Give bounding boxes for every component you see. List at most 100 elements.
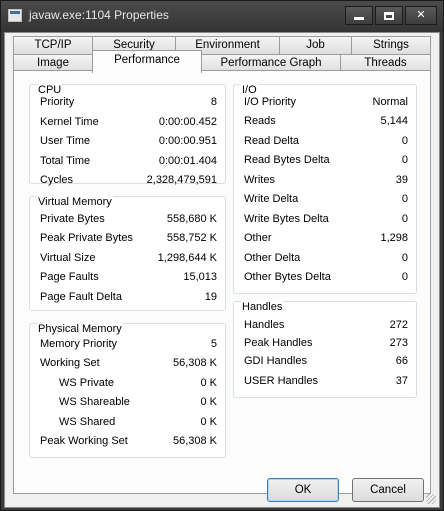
io-row: Write Bytes Delta 0 bbox=[234, 213, 416, 232]
window-title: javaw.exe:1104 Properties bbox=[29, 8, 169, 22]
pm-row: Peak Working Set 56,308 K bbox=[30, 435, 225, 454]
other-label: Other bbox=[244, 232, 272, 244]
gdi-handles-label: GDI Handles bbox=[244, 355, 307, 367]
working-set-value: 56,308 K bbox=[172, 357, 217, 369]
handles-group: Handles Handles 272 Peak Handles 273 GDI H… bbox=[233, 301, 417, 398]
peak-private-bytes-label: Peak Private Bytes bbox=[40, 232, 133, 244]
handles-row: Handles 272 bbox=[234, 319, 416, 338]
cpu-group: CPU Priority 8 Kernel Time 0:00:00.452 Use… bbox=[29, 84, 226, 186]
user-time-value: 0:00:00.951 bbox=[158, 135, 217, 147]
handles-row: Peak Handles 273 bbox=[234, 337, 416, 356]
io-group-title: I/O bbox=[241, 84, 258, 96]
virtual-memory-group: Virtual Memory Private Bytes 558,680 K Pe… bbox=[29, 196, 226, 311]
cpu-row: Cycles 2,328,479,591 bbox=[30, 174, 225, 193]
pm-row: WS Shareable 0 K bbox=[30, 396, 225, 415]
io-group: I/O I/O Priority Normal Reads 5,144 Read D… bbox=[233, 84, 417, 294]
performance-panel: CPU Priority 8 Kernel Time 0:00:00.452 Use… bbox=[13, 70, 431, 494]
kernel-time-label: Kernel Time bbox=[40, 116, 99, 128]
maximize-button[interactable] bbox=[375, 6, 403, 25]
ws-shareable-label: WS Shareable bbox=[59, 396, 130, 408]
kernel-time-value: 0:00:00.452 bbox=[158, 116, 217, 128]
pm-row: Working Set 56,308 K bbox=[30, 357, 225, 376]
cpu-row: Kernel Time 0:00:00.452 bbox=[30, 116, 225, 135]
vm-row: Peak Private Bytes 558,752 K bbox=[30, 232, 225, 251]
ws-private-label: WS Private bbox=[59, 377, 115, 389]
tab-performance[interactable]: Performance bbox=[92, 50, 202, 73]
io-row: Writes 39 bbox=[234, 174, 416, 193]
peak-handles-label: Peak Handles bbox=[244, 337, 313, 349]
vm-row: Private Bytes 558,680 K bbox=[30, 213, 225, 232]
io-row: Other Bytes Delta 0 bbox=[234, 271, 416, 290]
io-row: Write Delta 0 bbox=[234, 193, 416, 212]
properties-window: javaw.exe:1104 Properties ✕ TCP/IP Secur… bbox=[0, 0, 444, 511]
working-set-label: Working Set bbox=[40, 357, 100, 369]
close-icon: ✕ bbox=[416, 9, 426, 21]
reads-value: 5,144 bbox=[380, 115, 408, 127]
io-row: Reads 5,144 bbox=[234, 115, 416, 134]
page-faults-value: 15,013 bbox=[183, 271, 217, 283]
user-handles-value: 37 bbox=[395, 375, 408, 387]
minimize-icon bbox=[354, 17, 364, 20]
user-time-label: User Time bbox=[40, 135, 91, 147]
other-delta-value: 0 bbox=[401, 252, 408, 264]
physical-memory-group-title: Physical Memory bbox=[37, 323, 123, 335]
handles-label: Handles bbox=[244, 319, 285, 331]
minimize-button[interactable] bbox=[345, 6, 373, 25]
peak-handles-value: 273 bbox=[389, 337, 408, 349]
pm-row: WS Shared 0 K bbox=[30, 416, 225, 435]
tab-job[interactable]: Job bbox=[279, 36, 352, 55]
pm-row: WS Private 0 K bbox=[30, 377, 225, 396]
vm-row: Page Faults 15,013 bbox=[30, 271, 225, 290]
user-handles-label: USER Handles bbox=[244, 375, 318, 387]
private-bytes-value: 558,680 K bbox=[166, 213, 217, 225]
vm-row: Page Fault Delta 19 bbox=[30, 291, 225, 310]
write-delta-value: 0 bbox=[401, 193, 408, 205]
reads-label: Reads bbox=[244, 115, 276, 127]
cpu-group-title: CPU bbox=[37, 84, 63, 96]
io-row: Other 1,298 bbox=[234, 232, 416, 251]
peak-working-set-label: Peak Working Set bbox=[40, 435, 128, 447]
ok-button[interactable]: OK bbox=[267, 478, 339, 502]
io-row: Read Delta 0 bbox=[234, 135, 416, 154]
physical-memory-group: Physical Memory Memory Priority 5 Working… bbox=[29, 323, 226, 458]
ws-shared-label: WS Shared bbox=[59, 416, 116, 428]
peak-private-bytes-value: 558,752 K bbox=[166, 232, 217, 244]
ws-shareable-value: 0 K bbox=[200, 396, 217, 408]
write-bytes-delta-label: Write Bytes Delta bbox=[244, 213, 329, 225]
private-bytes-label: Private Bytes bbox=[40, 213, 105, 225]
cpu-row: User Time 0:00:00.951 bbox=[30, 135, 225, 154]
title-bar[interactable]: javaw.exe:1104 Properties ✕ bbox=[1, 1, 443, 32]
total-time-value: 0:00:01.404 bbox=[158, 155, 217, 167]
close-button[interactable]: ✕ bbox=[405, 6, 437, 25]
pm-row: Memory Priority 5 bbox=[30, 338, 225, 357]
tab-strings[interactable]: Strings bbox=[351, 36, 431, 55]
cpu-row: Priority 8 bbox=[30, 96, 225, 115]
handles-row: GDI Handles 66 bbox=[234, 355, 416, 374]
read-delta-label: Read Delta bbox=[244, 135, 300, 147]
io-priority-value: Normal bbox=[372, 96, 408, 108]
cycles-label: Cycles bbox=[40, 174, 74, 186]
page-fault-delta-label: Page Fault Delta bbox=[40, 291, 122, 303]
handles-value: 272 bbox=[389, 319, 408, 331]
other-bytes-delta-label: Other Bytes Delta bbox=[244, 271, 331, 283]
io-row: I/O Priority Normal bbox=[234, 96, 416, 115]
io-row: Other Delta 0 bbox=[234, 252, 416, 271]
dialog-client: TCP/IP Security Environment Job Strings … bbox=[4, 32, 440, 508]
virtual-memory-group-title: Virtual Memory bbox=[37, 196, 113, 208]
io-row: Read Bytes Delta 0 bbox=[234, 154, 416, 173]
tab-tcp-ip[interactable]: TCP/IP bbox=[13, 36, 93, 55]
window-app-icon bbox=[8, 9, 22, 22]
ws-shared-value: 0 K bbox=[200, 416, 217, 428]
write-bytes-delta-value: 0 bbox=[401, 213, 408, 225]
cancel-button[interactable]: Cancel bbox=[352, 478, 424, 502]
page-faults-label: Page Faults bbox=[40, 271, 99, 283]
maximize-icon bbox=[384, 11, 394, 20]
gdi-handles-value: 66 bbox=[395, 355, 408, 367]
read-bytes-delta-label: Read Bytes Delta bbox=[244, 154, 330, 166]
cycles-value: 2,328,479,591 bbox=[146, 174, 217, 186]
vm-row: Virtual Size 1,298,644 K bbox=[30, 252, 225, 271]
total-time-label: Total Time bbox=[40, 155, 91, 167]
writes-value: 39 bbox=[395, 174, 408, 186]
cpu-priority-value: 8 bbox=[210, 96, 217, 108]
resize-grip[interactable] bbox=[426, 494, 436, 504]
